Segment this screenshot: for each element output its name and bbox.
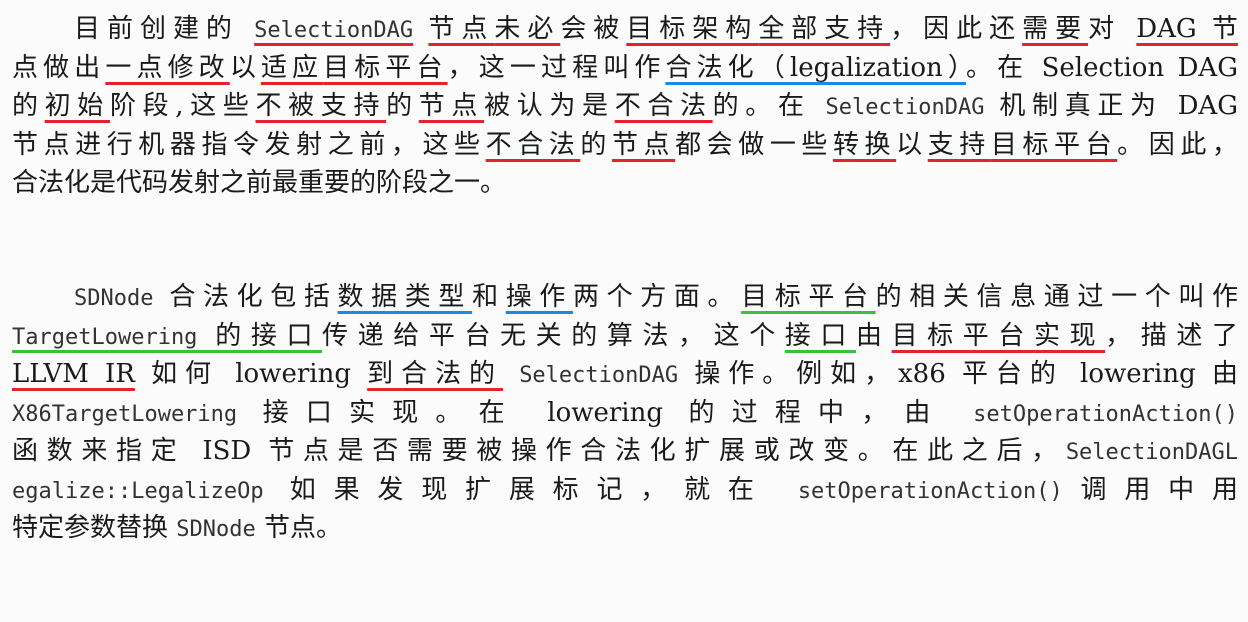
text-line: 函数来指定 ISD 节点是否需要被操作合法化扩展或改变。在此之后，Selecti… <box>12 432 1238 471</box>
code-text: SelectionDAG <box>519 363 679 388</box>
text-run: 的 <box>12 91 45 121</box>
underlined-text: 数据类型 <box>337 282 473 312</box>
code-text: SelectionDAG <box>825 95 985 120</box>
underlined-text: SelectionDAG <box>254 18 414 43</box>
text-run: 合法化是代码发射之前最重要的阶段之一。 <box>12 168 507 198</box>
underlined-text: 适应 <box>260 52 324 83</box>
text-run: 的 <box>386 91 419 121</box>
text-run: 会被 <box>560 14 627 44</box>
text-run: ，这一过程叫作 <box>447 52 666 83</box>
underlined-text: 目标平台 <box>323 52 448 83</box>
underlined-text: 节点 <box>418 91 485 121</box>
underlined-text: 到 <box>367 359 402 389</box>
text-run: 对 <box>1088 14 1137 44</box>
text-line: 的初始阶段,这些不被支持的节点被认为是不合法的。在 SelectionDAG 机… <box>12 87 1238 126</box>
underlined-text: 操作 <box>505 282 573 312</box>
text-run: 调用中用 <box>1062 474 1238 505</box>
underlined-text: 转换 <box>832 129 897 160</box>
text-run: 以 <box>896 129 928 160</box>
underlined-text: 目标平台 <box>990 129 1118 160</box>
text-run: 都会做一些 <box>675 129 833 160</box>
text-run: 的。在 <box>712 91 826 121</box>
text-line: 点做出一点修改以适应目标平台，这一过程叫作合法化（legalization）。在… <box>12 49 1238 88</box>
underlined-text: 不被支持 <box>255 91 387 121</box>
underlined-text: 目标平台 <box>741 282 876 312</box>
code-text: SelectionDAGL <box>1065 440 1238 465</box>
code-text: egalize::LegalizeOp <box>12 478 264 504</box>
text-run: 点做出 <box>12 52 106 83</box>
text-line: 目前创建的 SelectionDAG 节点未必会被目标架构全部支持，因此还需要对… <box>12 10 1238 49</box>
underlined-text: TargetLowering <box>12 324 198 350</box>
underlined-text: 支持 <box>927 129 991 160</box>
text-run: 两个方面。 <box>572 282 742 312</box>
text-run: 由 <box>855 320 892 351</box>
text-run <box>413 14 428 44</box>
text-run: 操作。例如，x86 平台的 lowering 由 <box>678 359 1238 389</box>
text-run: 接口实现。在 lowering 的过程中，由 <box>237 397 974 428</box>
text-line: X86TargetLowering 接口实现。在 lowering 的过程中，由… <box>12 394 1238 433</box>
document-page: 目前创建的 SelectionDAG 节点未必会被目标架构全部支持，因此还需要对… <box>0 0 1248 622</box>
text-line: 特定参数替换 SDNode 节点。 <box>12 509 1238 548</box>
underlined-text: 实现 <box>1033 320 1106 351</box>
underlined-text: 目标架构 <box>626 14 759 44</box>
underlined-text: 合法化（legalization） <box>665 52 966 83</box>
underlined-text: LLVM IR <box>12 359 135 389</box>
text-run: 机制真正为 DAG <box>984 91 1238 121</box>
underlined-text: 全部支持 <box>758 14 891 44</box>
underlined-text: 不合法 <box>485 129 581 160</box>
text-line: TargetLowering 的接口传递给平台无关的算法，这个接口由目标平台实现… <box>12 317 1238 356</box>
code-text: setOperationAction() <box>973 401 1238 427</box>
underlined-text: 接口 <box>784 320 856 351</box>
text-run: 如果发现扩展标记，就在 <box>263 474 798 505</box>
text-run: 传递给平台无关的算法，这个 <box>322 320 785 351</box>
underlined-text: 不合法 <box>614 91 713 121</box>
code-text: X86TargetLowering <box>12 401 238 427</box>
underlined-text: 初始 <box>44 91 110 121</box>
text-run: ，因此还 <box>890 14 1023 44</box>
text-run: 节点进行机器指令发射之前，这些 <box>12 129 486 160</box>
underlined-text: 需要 <box>1022 14 1089 44</box>
text-line: 合法化是代码发射之前最重要的阶段之一。 <box>12 164 1238 203</box>
underlined-text: 未必 <box>494 14 561 44</box>
text-run: 。因此， <box>1117 129 1238 160</box>
text-line: LLVM IR 如何 lowering 到合法的 SelectionDAG 操作… <box>12 355 1238 394</box>
underlined-text: 节点 <box>428 14 495 44</box>
code-text: SDNode <box>74 286 154 311</box>
text-run: 。在 Selection DAG <box>965 52 1238 83</box>
text-run: ，描述了 <box>1105 320 1238 351</box>
text-run <box>503 359 519 389</box>
underlined-text: 目标平台 <box>891 320 1034 351</box>
text-line: egalize::LegalizeOp 如果发现扩展标记，就在 setOpera… <box>12 471 1238 510</box>
code-text: setOperationAction() <box>797 478 1063 504</box>
paragraph-legalization-intro: 目前创建的 SelectionDAG 节点未必会被目标架构全部支持，因此还需要对… <box>12 10 1238 203</box>
text-run: 被认为是 <box>484 91 615 121</box>
paragraph-sdnode-legalization: SDNode 合法化包括数据类型和操作两个方面。目标平台的相关信息通过一个叫作 … <box>12 278 1238 548</box>
underlined-text: 合法的 <box>401 359 503 389</box>
text-run: 特定参数替换 <box>12 513 177 543</box>
text-run: 和 <box>472 282 506 312</box>
text-run: 以 <box>229 52 261 83</box>
underlined-text: 节点 <box>611 129 676 160</box>
underlined-text: DAG 节 <box>1136 14 1238 44</box>
code-text: SDNode <box>176 517 256 542</box>
underlined-text: 的接口 <box>197 320 323 351</box>
text-run: 如何 lowering <box>134 359 368 389</box>
text-run: 的相关信息通过一个叫作 <box>875 282 1238 312</box>
text-run: 阶段,这些 <box>109 91 256 121</box>
text-run: 合法化包括 <box>153 282 338 312</box>
text-run: 目前创建的 <box>74 14 255 44</box>
text-line: 节点进行机器指令发射之前，这些不合法的节点都会做一些转换以支持目标平台。因此， <box>12 126 1238 165</box>
underlined-text: 一点修改 <box>105 52 230 83</box>
text-run: 的 <box>580 129 612 160</box>
text-line: SDNode 合法化包括数据类型和操作两个方面。目标平台的相关信息通过一个叫作 <box>12 278 1238 317</box>
text-run: 节点。 <box>255 513 343 543</box>
text-run: 函数来指定 ISD 节点是否需要被操作合法化扩展或改变。在此之后， <box>12 436 1066 466</box>
